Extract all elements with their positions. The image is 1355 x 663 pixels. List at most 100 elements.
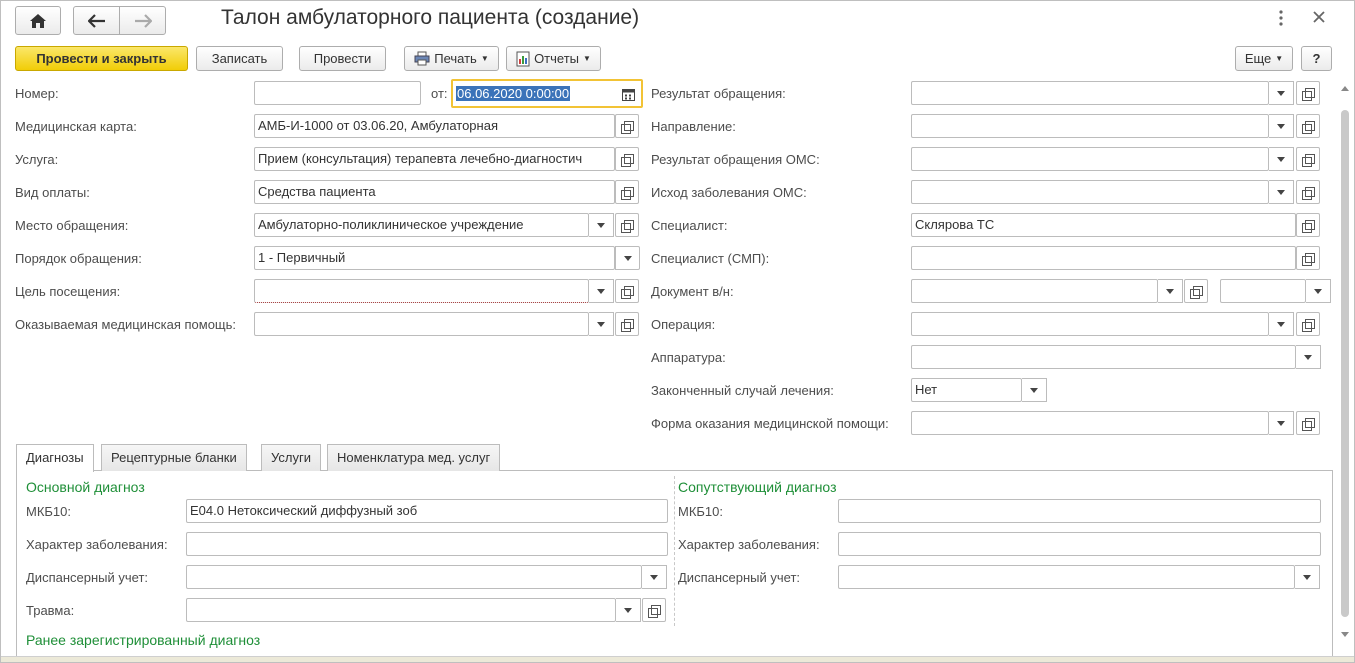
dispensary-dropdown[interactable]	[642, 565, 667, 589]
purpose-label: Цель посещения:	[15, 284, 121, 299]
open-specialist-smp-button[interactable]	[1296, 246, 1320, 270]
document-input[interactable]	[911, 279, 1158, 303]
direction-dropdown[interactable]	[1269, 114, 1294, 138]
open-payment-button[interactable]	[615, 180, 639, 204]
payment-input[interactable]: Средства пациента	[254, 180, 615, 204]
care-label: Оказываемая медицинская помощь:	[15, 317, 236, 332]
mkb-input[interactable]: E04.0 Нетоксический диффузный зоб	[186, 499, 668, 523]
previous-diagnosis-title: Ранее зарегистрированный диагноз	[26, 632, 261, 648]
equipment-dropdown[interactable]	[1296, 345, 1321, 369]
tab-services[interactable]: Услуги	[261, 444, 321, 471]
post-button[interactable]: Провести	[299, 46, 386, 71]
open-operation-button[interactable]	[1296, 312, 1320, 336]
open-specialist-button[interactable]	[1296, 213, 1320, 237]
number-input[interactable]	[254, 81, 421, 105]
trauma-dropdown[interactable]	[616, 598, 641, 622]
open-direction-button[interactable]	[1296, 114, 1320, 138]
equipment-input[interactable]	[911, 345, 1296, 369]
document-type-input[interactable]	[1220, 279, 1306, 303]
result-dropdown[interactable]	[1269, 81, 1294, 105]
open-trauma-button[interactable]	[642, 598, 666, 622]
c-dispensary-dropdown[interactable]	[1295, 565, 1320, 589]
c-dispensary-label: Диспансерный учет:	[678, 570, 801, 585]
group-divider	[674, 476, 675, 626]
result-input[interactable]	[911, 81, 1269, 105]
open-result-oms-button[interactable]	[1296, 147, 1320, 171]
result-oms-dropdown[interactable]	[1269, 147, 1294, 171]
save-button[interactable]: Записать	[196, 46, 283, 71]
calendar-icon[interactable]	[616, 82, 640, 106]
med-card-input[interactable]: АМБ-И-1000 от 03.06.20, Амбулаторная	[254, 114, 615, 138]
tab-diagnoses[interactable]: Диагнозы	[16, 444, 94, 472]
operation-dropdown[interactable]	[1269, 312, 1294, 336]
scroll-up-icon[interactable]	[1341, 86, 1349, 91]
open-icon	[648, 604, 661, 618]
open-med-card-button[interactable]	[615, 114, 639, 138]
order-input[interactable]: 1 - Первичный	[254, 246, 615, 270]
reports-button[interactable]: Отчеты ▼	[506, 46, 601, 71]
c-mkb-input[interactable]	[838, 499, 1321, 523]
document-dropdown[interactable]	[1158, 279, 1183, 303]
service-input[interactable]: Прием (консультация) терапевта лечебно-д…	[254, 147, 615, 171]
chevron-down-icon	[597, 321, 605, 327]
payment-label: Вид оплаты:	[15, 185, 90, 200]
document-type-dropdown[interactable]	[1306, 279, 1331, 303]
print-button[interactable]: Печать ▼	[404, 46, 499, 71]
order-label: Порядок обращения:	[15, 251, 142, 266]
care-form-input[interactable]	[911, 411, 1269, 435]
tab-prescriptions[interactable]: Рецептурные бланки	[101, 444, 247, 471]
trauma-input[interactable]	[186, 598, 616, 622]
care-dropdown[interactable]	[589, 312, 614, 336]
post-and-close-button[interactable]: Провести и закрыть	[15, 46, 188, 71]
forward-button[interactable]	[119, 6, 166, 35]
purpose-dropdown[interactable]	[589, 279, 614, 303]
place-input[interactable]: Амбулаторно-поликлиническое учреждение	[254, 213, 589, 237]
chevron-down-icon	[597, 222, 605, 228]
finished-case-label: Законченный случай лечения:	[651, 383, 834, 398]
c-dispensary-input[interactable]	[838, 565, 1295, 589]
specialist-smp-input[interactable]	[911, 246, 1296, 270]
date-input[interactable]: 06.06.2020 0:00:00	[451, 79, 643, 108]
result-oms-input[interactable]	[911, 147, 1269, 171]
open-icon	[1302, 252, 1315, 266]
open-document-button[interactable]	[1184, 279, 1208, 303]
open-icon	[1302, 153, 1315, 167]
direction-input[interactable]	[911, 114, 1269, 138]
open-care-form-button[interactable]	[1296, 411, 1320, 435]
care-form-dropdown[interactable]	[1269, 411, 1294, 435]
operation-input[interactable]	[911, 312, 1269, 336]
help-button[interactable]: ?	[1301, 46, 1332, 71]
open-care-button[interactable]	[615, 312, 639, 336]
finished-case-input[interactable]: Нет	[911, 378, 1022, 402]
open-service-button[interactable]	[615, 147, 639, 171]
purpose-input[interactable]	[254, 279, 589, 303]
open-purpose-button[interactable]	[615, 279, 639, 303]
open-icon	[621, 186, 634, 200]
scroll-down-icon[interactable]	[1341, 632, 1349, 637]
home-button[interactable]	[15, 6, 61, 35]
outcome-oms-dropdown[interactable]	[1269, 180, 1294, 204]
order-dropdown[interactable]	[615, 246, 640, 270]
scrollbar-thumb[interactable]	[1341, 110, 1349, 617]
more-button[interactable]: Еще ▼	[1235, 46, 1293, 71]
outcome-oms-input[interactable]	[911, 180, 1269, 204]
tab-nomenclature[interactable]: Номенклатура мед. услуг	[327, 444, 501, 471]
home-icon	[30, 13, 46, 28]
open-result-button[interactable]	[1296, 81, 1320, 105]
caret-down-icon: ▼	[480, 54, 489, 63]
outcome-oms-label: Исход заболевания ОМС:	[651, 185, 807, 200]
back-button[interactable]	[73, 6, 120, 35]
place-dropdown[interactable]	[589, 213, 614, 237]
service-label: Услуга:	[15, 152, 59, 167]
open-outcome-oms-button[interactable]	[1296, 180, 1320, 204]
c-character-label: Характер заболевания:	[678, 537, 820, 552]
care-input[interactable]	[254, 312, 589, 336]
vertical-dots-icon[interactable]	[1277, 9, 1285, 32]
close-icon[interactable]	[1312, 10, 1326, 29]
character-input[interactable]	[186, 532, 668, 556]
open-place-button[interactable]	[615, 213, 639, 237]
finished-case-dropdown[interactable]	[1022, 378, 1047, 402]
dispensary-input[interactable]	[186, 565, 642, 589]
c-character-input[interactable]	[838, 532, 1321, 556]
specialist-input[interactable]: Склярова ТС	[911, 213, 1296, 237]
